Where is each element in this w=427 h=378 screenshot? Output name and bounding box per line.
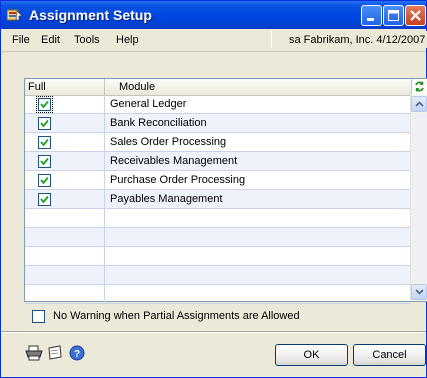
window-title: Assignment Setup [29,7,152,23]
full-checkbox[interactable] [38,174,51,187]
grid-header: Full Module [25,79,427,96]
module-name: Sales Order Processing [110,136,227,148]
menu-help[interactable]: Help [116,34,139,46]
column-divider [104,79,105,95]
checkmark-icon [40,157,49,166]
close-button[interactable] [405,5,426,26]
cancel-button[interactable]: Cancel [353,344,426,366]
maximize-icon [388,10,399,21]
checkmark-icon [40,138,49,147]
company-info: sa Fabrikam, Inc. 4/12/2007 [271,31,427,48]
refresh-icon [415,81,424,92]
scroll-up-button[interactable] [411,96,427,112]
minimize-icon [367,18,374,21]
help-icon: ? [69,345,85,361]
module-name: Receivables Management [110,155,238,167]
full-checkbox[interactable] [38,117,51,130]
no-warning-label[interactable]: No Warning when Partial Assignments are … [53,310,300,322]
refresh-button[interactable] [411,79,427,95]
close-icon [410,10,421,21]
company-label: sa Fabrikam, Inc. 4/12/2007 [289,34,426,46]
printer-button[interactable] [25,345,43,361]
menu-edit[interactable]: Edit [41,34,60,46]
help-button[interactable]: ? [69,345,85,361]
title-bar[interactable]: Assignment Setup [1,1,426,29]
no-warning-checkbox[interactable] [32,310,45,323]
table-row[interactable] [25,247,410,266]
minimize-button[interactable] [361,5,382,26]
scroll-track[interactable] [411,113,427,283]
table-row[interactable] [25,228,410,247]
column-header-full[interactable]: Full [28,81,46,93]
table-row[interactable]: Purchase Order Processing [25,171,410,190]
printer-icon [25,345,43,361]
column-header-module[interactable]: Module [119,81,155,93]
maximize-button[interactable] [383,5,404,26]
full-checkbox[interactable] [38,155,51,168]
menu-bar: File Edit Tools Help sa Fabrikam, Inc. 4… [1,29,427,52]
table-row[interactable]: Receivables Management [25,152,410,171]
checkmark-icon [40,119,49,128]
table-row[interactable]: Payables Management [25,190,410,209]
checkmark-icon [40,195,49,204]
grid-rows: General Ledger Bank Reconciliation Sales… [25,95,410,304]
module-grid: Full Module General Ledger Bank Reconcil… [24,78,427,304]
module-name: Bank Reconciliation [110,117,207,129]
table-row[interactable] [25,285,410,304]
table-row[interactable] [25,209,410,228]
footer-divider [1,331,426,333]
module-name: Purchase Order Processing [110,174,246,186]
chevron-up-icon [415,101,424,107]
full-checkbox[interactable] [38,193,51,206]
full-checkbox[interactable] [36,96,53,113]
menu-tools[interactable]: Tools [74,34,100,46]
vertical-scrollbar[interactable] [410,95,427,301]
scroll-down-button[interactable] [411,284,427,300]
module-name: General Ledger [110,98,187,110]
table-row[interactable]: General Ledger [25,95,410,114]
full-checkbox[interactable] [38,136,51,149]
table-row[interactable]: Bank Reconciliation [25,114,410,133]
module-name: Payables Management [110,193,223,205]
assignment-setup-window: Assignment Setup File Edit Tools Help sa… [0,0,427,378]
table-row[interactable] [25,266,410,285]
app-icon [6,8,23,22]
table-row[interactable]: Sales Order Processing [25,133,410,152]
svg-text:?: ? [74,349,80,360]
ok-button[interactable]: OK [275,344,348,366]
checkmark-icon [40,100,49,109]
chevron-down-icon [415,289,424,295]
note-button[interactable] [46,345,64,361]
note-icon [48,345,62,360]
menu-file[interactable]: File [12,34,30,46]
checkmark-icon [40,176,49,185]
